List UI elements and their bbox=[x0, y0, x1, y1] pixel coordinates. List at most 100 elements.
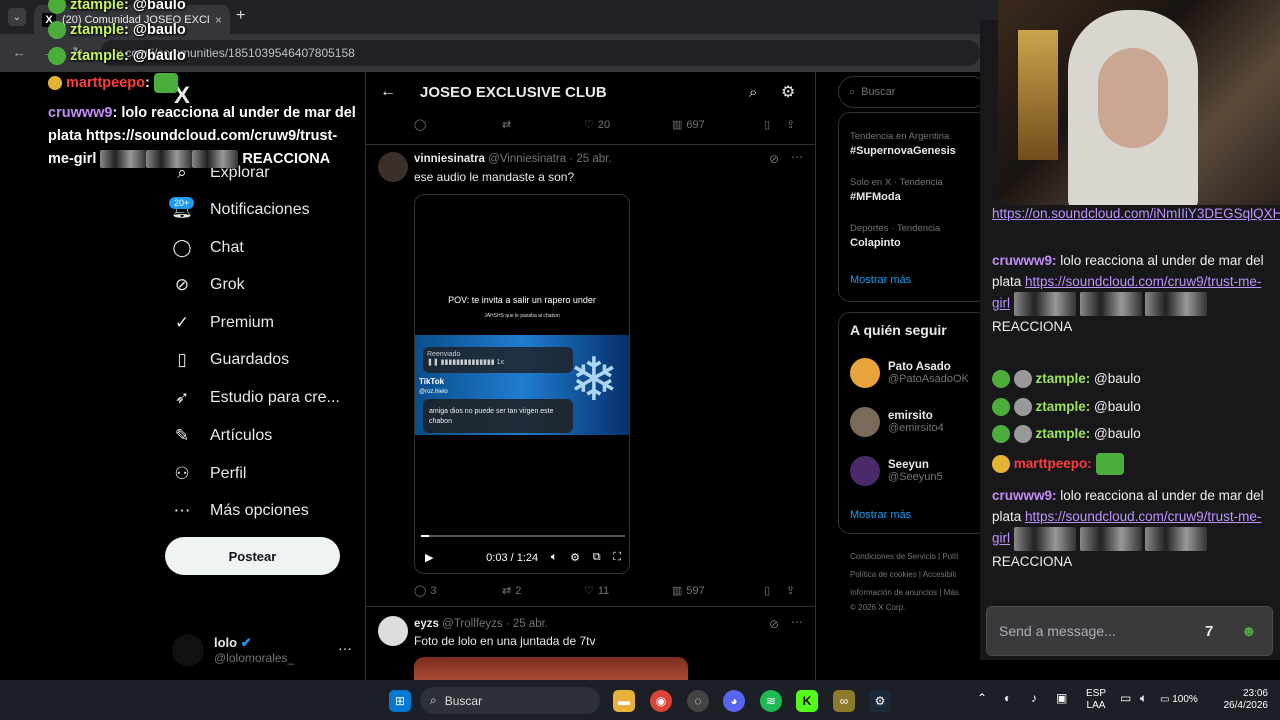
tweet-header: eyzs @Trollfeyzs · 25 abr. bbox=[414, 618, 548, 630]
bookmark-icon[interactable]: ▯ bbox=[764, 118, 786, 131]
volume-icon[interactable]: 🔈︎ bbox=[551, 551, 558, 564]
views-count[interactable]: ▥ 597 bbox=[672, 584, 764, 598]
start-icon[interactable]: ⊞ bbox=[389, 690, 411, 712]
retweet-icon[interactable]: ⇄ bbox=[502, 118, 584, 131]
network-icon[interactable]: ▭ bbox=[1120, 692, 1131, 704]
nav-grok[interactable]: ⊘ Grok bbox=[172, 275, 245, 295]
community-note-icon[interactable]: ⊘ bbox=[769, 152, 779, 166]
chat-message-input[interactable]: Send a message... 7 ☻ bbox=[986, 606, 1273, 656]
frog-icon bbox=[992, 425, 1010, 444]
back-arrow-icon[interactable]: ← bbox=[12, 44, 26, 60]
bookmark-icon[interactable]: ▯ bbox=[764, 584, 786, 597]
views-count[interactable]: ▥ 697 bbox=[672, 118, 764, 132]
footer-copyright: © 2026 X Corp. bbox=[850, 603, 906, 612]
tweet-text: Foto de lolo en una juntada de 7tv bbox=[414, 634, 596, 648]
taskbar-search[interactable]: ⌕ Buscar bbox=[420, 687, 600, 714]
account-switcher[interactable]: lolo ✔ @lolomorales_ ··· bbox=[172, 630, 352, 670]
retweet-button[interactable]: ⇄ 2 bbox=[502, 584, 584, 598]
gear-icon[interactable]: ⚙ bbox=[781, 82, 795, 102]
tray-device-icon[interactable]: ▣ bbox=[1056, 692, 1067, 704]
nav-estudio[interactable]: ➶ Estudio para cre... bbox=[172, 388, 340, 408]
follow-suggestion[interactable]: Seeyun @Seeyun5 bbox=[850, 456, 943, 486]
nav-guardados[interactable]: ▯ Guardados bbox=[172, 350, 289, 370]
emote-picker-icon[interactable]: ☻ bbox=[1241, 623, 1257, 640]
url-field[interactable]: x.com/i/communities/1851039546407805158 bbox=[100, 40, 980, 66]
nav-perfil[interactable]: ⚇ Perfil bbox=[172, 464, 246, 484]
tab-search-button[interactable]: ⌄ bbox=[8, 8, 26, 26]
app-icon[interactable]: ∞ bbox=[833, 690, 855, 712]
play-icon[interactable]: ▶ bbox=[425, 551, 433, 564]
trend-item[interactable]: Tendencia en Argentina #SupernovaGenesis bbox=[850, 131, 956, 157]
community-timeline: ← JOSEO EXCLUSIVE CLUB ⌕ ⚙ ◯ ⇄ ♡ 20 ▥ 69… bbox=[365, 72, 816, 680]
follow-suggestion[interactable]: Pato Asado @PatoAsadoOK bbox=[850, 358, 969, 388]
reply-button[interactable]: ◯ 3 bbox=[414, 584, 502, 598]
footer-link[interactable]: Política de cookies | Accesibili bbox=[850, 570, 956, 579]
moon-icon bbox=[1013, 425, 1032, 444]
like-button[interactable]: ♡ 11 bbox=[584, 584, 672, 598]
verified-icon: ✔ bbox=[240, 635, 252, 650]
community-note-icon[interactable]: ⊘ bbox=[769, 617, 779, 631]
tray-app-icon[interactable]: ◐ bbox=[1004, 692, 1011, 704]
volume-icon[interactable]: 🔈︎ bbox=[1140, 692, 1147, 704]
pip-icon[interactable]: ⧉ bbox=[593, 551, 601, 564]
tab-close-icon[interactable]: × bbox=[215, 13, 222, 27]
tweet-image[interactable] bbox=[414, 657, 688, 680]
like-button[interactable]: ♡ 20 bbox=[584, 118, 672, 132]
follow-suggestion[interactable]: emirsito @emirsito4 bbox=[850, 407, 944, 437]
trend-item[interactable]: Deportes · Tendencia Colapinto bbox=[850, 223, 940, 249]
back-arrow-icon[interactable]: ← bbox=[380, 83, 396, 101]
chat-message: cruwww9: lolo reacciona al under de mar … bbox=[992, 488, 1264, 569]
folder-icon[interactable]: ▬ bbox=[613, 690, 635, 712]
language-indicator[interactable]: ESP LAA bbox=[1086, 688, 1106, 712]
overlay-msg-block: cruwww9: lolo reacciona al under de mar … bbox=[48, 105, 356, 169]
discord-icon[interactable]: ◕ bbox=[723, 690, 745, 712]
clock[interactable]: 23:06 26/4/2026 bbox=[1218, 688, 1269, 712]
nav-chat[interactable]: ◯ Chat bbox=[172, 238, 243, 258]
share-icon[interactable]: ⇪ bbox=[786, 584, 795, 597]
avatar bbox=[850, 407, 880, 437]
search-icon[interactable]: ⌕ bbox=[749, 84, 757, 101]
steam-icon[interactable]: ⚙ bbox=[869, 690, 891, 712]
spotify-icon[interactable]: ≋ bbox=[760, 690, 782, 712]
7tv-icon[interactable]: 7 bbox=[1205, 623, 1213, 640]
show-more-link[interactable]: Mostrar más bbox=[850, 509, 911, 521]
article-icon: ✎ bbox=[174, 426, 190, 445]
share-icon[interactable]: ⇪ bbox=[786, 118, 795, 131]
footer-link[interactable]: Información de anuncios | Más bbox=[850, 588, 959, 597]
settings-icon[interactable]: ⚙ bbox=[570, 551, 580, 564]
divider bbox=[366, 606, 815, 607]
emote-image-icon bbox=[1145, 527, 1208, 551]
emote-image-icon bbox=[146, 150, 193, 169]
emote-image-icon bbox=[1145, 292, 1208, 316]
fullscreen-icon[interactable]: ⛶ bbox=[613, 551, 621, 564]
tray-chevron-icon[interactable]: ⌃ bbox=[977, 692, 987, 704]
microphone-icon[interactable]: ♪ bbox=[1031, 692, 1037, 704]
more-options-icon[interactable]: ⋯ bbox=[791, 150, 803, 164]
reply-icon[interactable]: ◯ bbox=[414, 118, 502, 131]
webcam bbox=[998, 0, 1280, 205]
more-options-icon[interactable]: ⋯ bbox=[791, 615, 803, 629]
nav-premium[interactable]: ✓ Premium bbox=[172, 313, 274, 333]
battery-indicator[interactable]: ▭ 100% bbox=[1160, 694, 1198, 706]
nav-articulos[interactable]: ✎ Artículos bbox=[172, 426, 272, 446]
video-player[interactable]: POV: te invita a salir un rapero under J… bbox=[414, 194, 630, 574]
avatar[interactable] bbox=[378, 616, 408, 646]
app-icon[interactable]: ◌ bbox=[687, 690, 709, 712]
emote-image-icon bbox=[1013, 527, 1076, 551]
video-progress[interactable] bbox=[421, 535, 625, 537]
search-input[interactable]: ⌕ Buscar bbox=[838, 76, 988, 108]
show-more-link[interactable]: Mostrar más bbox=[850, 274, 911, 286]
frog-icon bbox=[48, 21, 66, 39]
trend-item[interactable]: Solo en X · Tendencia #MFModa bbox=[850, 177, 943, 203]
kick-icon[interactable]: K bbox=[796, 690, 818, 712]
chat-strip bbox=[980, 20, 998, 205]
chrome-icon[interactable]: ◉ bbox=[650, 690, 672, 712]
post-button[interactable]: Postear bbox=[165, 537, 340, 575]
footer-link[interactable]: Condiciones de Servicio | Polít bbox=[850, 552, 958, 561]
new-tab-button[interactable]: + bbox=[236, 7, 245, 25]
nav-mas-opciones[interactable]: ⋯ Más opciones bbox=[172, 501, 309, 521]
frog-icon bbox=[48, 0, 66, 14]
more-options-icon[interactable]: ··· bbox=[338, 640, 352, 656]
tweet-text: ese audio le mandaste a son? bbox=[414, 170, 575, 184]
avatar[interactable] bbox=[378, 152, 408, 182]
